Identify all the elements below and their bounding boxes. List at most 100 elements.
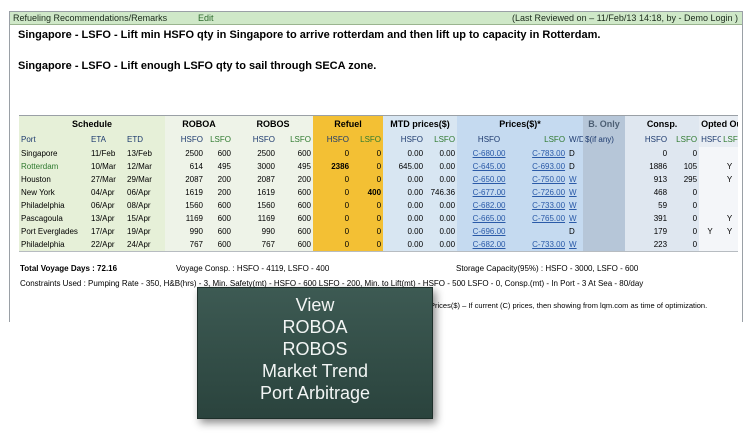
cell-pr-h: C-677.00 — [457, 186, 522, 199]
col-refuel-hsfo: HSFO — [313, 132, 352, 147]
cell-etd: 12/Mar — [125, 160, 165, 173]
cell-wd: W — [567, 238, 584, 251]
cell-ref-h: 0 — [313, 173, 352, 186]
cell-pr-h: C-696.00 — [457, 225, 522, 238]
overlay-port-arbitrage[interactable]: Port Arbitrage — [198, 382, 432, 404]
hsfo-price-link[interactable]: C-665.00 — [473, 214, 506, 223]
remark-line-1: Singapore - LSFO - Lift min HSFO qty in … — [18, 29, 601, 41]
overlay-robos[interactable]: ROBOS — [198, 338, 432, 360]
cell-pr-h: C-682.00 — [457, 199, 522, 212]
cell-port[interactable]: Philadelphia — [19, 238, 89, 251]
cell-roboa-h: 2087 — [165, 173, 205, 186]
refuel-table: Schedule ROBOA ROBOS Refuel MTD prices($… — [19, 115, 739, 252]
cell-wd: W — [567, 173, 584, 186]
lsfo-price-link[interactable]: C-765.00 — [532, 214, 565, 223]
lsfo-price-link[interactable]: C-733.00 — [532, 240, 565, 249]
hsfo-price-link[interactable]: C-682.00 — [473, 201, 506, 210]
hsfo-price-link[interactable]: C-696.00 — [473, 227, 506, 236]
cell-mtd-h: 0.00 — [383, 199, 426, 212]
cell-mtd-l: 746.36 — [425, 186, 458, 199]
cell-etd: 06/Apr — [125, 186, 165, 199]
cell-bonly — [583, 147, 626, 160]
cell-bonly — [583, 199, 626, 212]
cell-mtd-h: 0.00 — [383, 147, 426, 160]
cell-robos-l: 600 — [277, 238, 314, 251]
cell-o-h — [699, 212, 722, 225]
hsfo-price-link[interactable]: C-645.00 — [473, 162, 506, 171]
table-row: New York 04/Apr 06/Apr 1619 200 1619 600 0 400 0.… — [19, 186, 739, 199]
column-header-row: Port ETA ETD HSFO LSFO HSFO LSFO HSFO LS… — [19, 132, 739, 147]
lsfo-price-link[interactable]: C-750.00 — [532, 175, 565, 184]
cell-o-h — [699, 173, 722, 186]
cell-c-h: 391 — [625, 212, 670, 225]
cell-robos-l: 600 — [277, 147, 314, 160]
cell-ref-l: 0 — [351, 147, 384, 160]
cell-mtd-h: 0.00 — [383, 225, 426, 238]
hsfo-price-link[interactable]: C-650.00 — [473, 175, 506, 184]
cell-port[interactable]: Philadelphia — [19, 199, 89, 212]
cell-robos-l: 600 — [277, 186, 314, 199]
cell-o-l — [721, 238, 739, 251]
cell-o-h — [699, 147, 722, 160]
cell-port[interactable]: Houston — [19, 173, 89, 186]
cell-eta: 06/Apr — [89, 199, 125, 212]
lsfo-price-link[interactable]: C-783.00 — [532, 149, 565, 158]
cell-c-l: 295 — [669, 173, 700, 186]
col-refuel-lsfo: LSFO — [351, 132, 384, 147]
cell-port[interactable]: Port Everglades — [19, 225, 89, 238]
cell-ref-h: 0 — [313, 186, 352, 199]
cell-mtd-h: 0.00 — [383, 173, 426, 186]
cell-o-h: Y — [699, 225, 722, 238]
overlay-roboa[interactable]: ROBOA — [198, 316, 432, 338]
cell-ref-l: 0 — [351, 173, 384, 186]
cell-port[interactable]: Rotterdam — [19, 160, 89, 173]
overlay-view: View — [295, 295, 335, 315]
cell-pr-h: C-645.00 — [457, 160, 522, 173]
cell-etd: 24/Apr — [125, 238, 165, 251]
col-robos-hsfo: HSFO — [233, 132, 277, 147]
prices-header: Prices($)* — [457, 116, 584, 132]
cell-pr-l — [521, 225, 568, 238]
cell-pr-h: C-682.00 — [457, 238, 522, 251]
prices-note: Prices($) – If current (C) prices, then … — [430, 301, 708, 310]
cell-mtd-l: 0.00 — [425, 225, 458, 238]
cell-c-l: 0 — [669, 186, 700, 199]
lsfo-price-link[interactable]: C-726.00 — [532, 188, 565, 197]
cell-robos-h: 1619 — [233, 186, 277, 199]
table-row: Philadelphia 06/Apr 08/Apr 1560 600 1560 600 0 0… — [19, 199, 739, 212]
cell-port[interactable]: New York — [19, 186, 89, 199]
cell-port[interactable]: Pascagoula — [19, 212, 89, 225]
hsfo-price-link[interactable]: C-680.00 — [473, 149, 506, 158]
storage-capacity: Storage Capacity(95%) : HSFO - 3000, LSF… — [456, 264, 639, 273]
cell-c-h: 913 — [625, 173, 670, 186]
col-etd: ETD — [125, 132, 165, 147]
cell-bonly — [583, 173, 626, 186]
table-row: Port Everglades 17/Apr 19/Apr 990 600 990 600 0… — [19, 225, 739, 238]
roboa-header: ROBOA — [165, 116, 233, 132]
group-header-row: Schedule ROBOA ROBOS Refuel MTD prices($… — [19, 116, 739, 132]
refuel-header: Refuel — [313, 116, 384, 132]
cell-port[interactable]: Singapore — [19, 147, 89, 160]
edit-link[interactable]: Edit — [198, 12, 214, 24]
lsfo-price-link[interactable]: C-693.00 — [532, 162, 565, 171]
cell-mtd-h: 0.00 — [383, 212, 426, 225]
cell-eta: 13/Apr — [89, 212, 125, 225]
cell-mtd-h: 0.00 — [383, 238, 426, 251]
cell-o-h — [699, 199, 722, 212]
col-consp-hsfo: HSFO — [625, 132, 670, 147]
cell-mtd-h: 645.00 — [383, 160, 426, 173]
cell-roboa-l: 600 — [205, 238, 233, 251]
cell-pr-l: C-693.00 — [521, 160, 568, 173]
cell-roboa-h: 1619 — [165, 186, 205, 199]
overlay-market-trend[interactable]: Market Trend — [198, 360, 432, 382]
bonly-header: B. Only — [583, 116, 626, 132]
lsfo-price-link[interactable]: C-733.00 — [532, 201, 565, 210]
hsfo-price-link[interactable]: C-682.00 — [473, 240, 506, 249]
cell-wd: D — [567, 225, 584, 238]
panel-header: Refueling Recommendations/Remarks Edit (… — [10, 12, 742, 25]
cell-roboa-h: 767 — [165, 238, 205, 251]
cell-bonly — [583, 186, 626, 199]
hsfo-price-link[interactable]: C-677.00 — [473, 188, 506, 197]
cell-robos-l: 495 — [277, 160, 314, 173]
cell-ref-l: 0 — [351, 225, 384, 238]
